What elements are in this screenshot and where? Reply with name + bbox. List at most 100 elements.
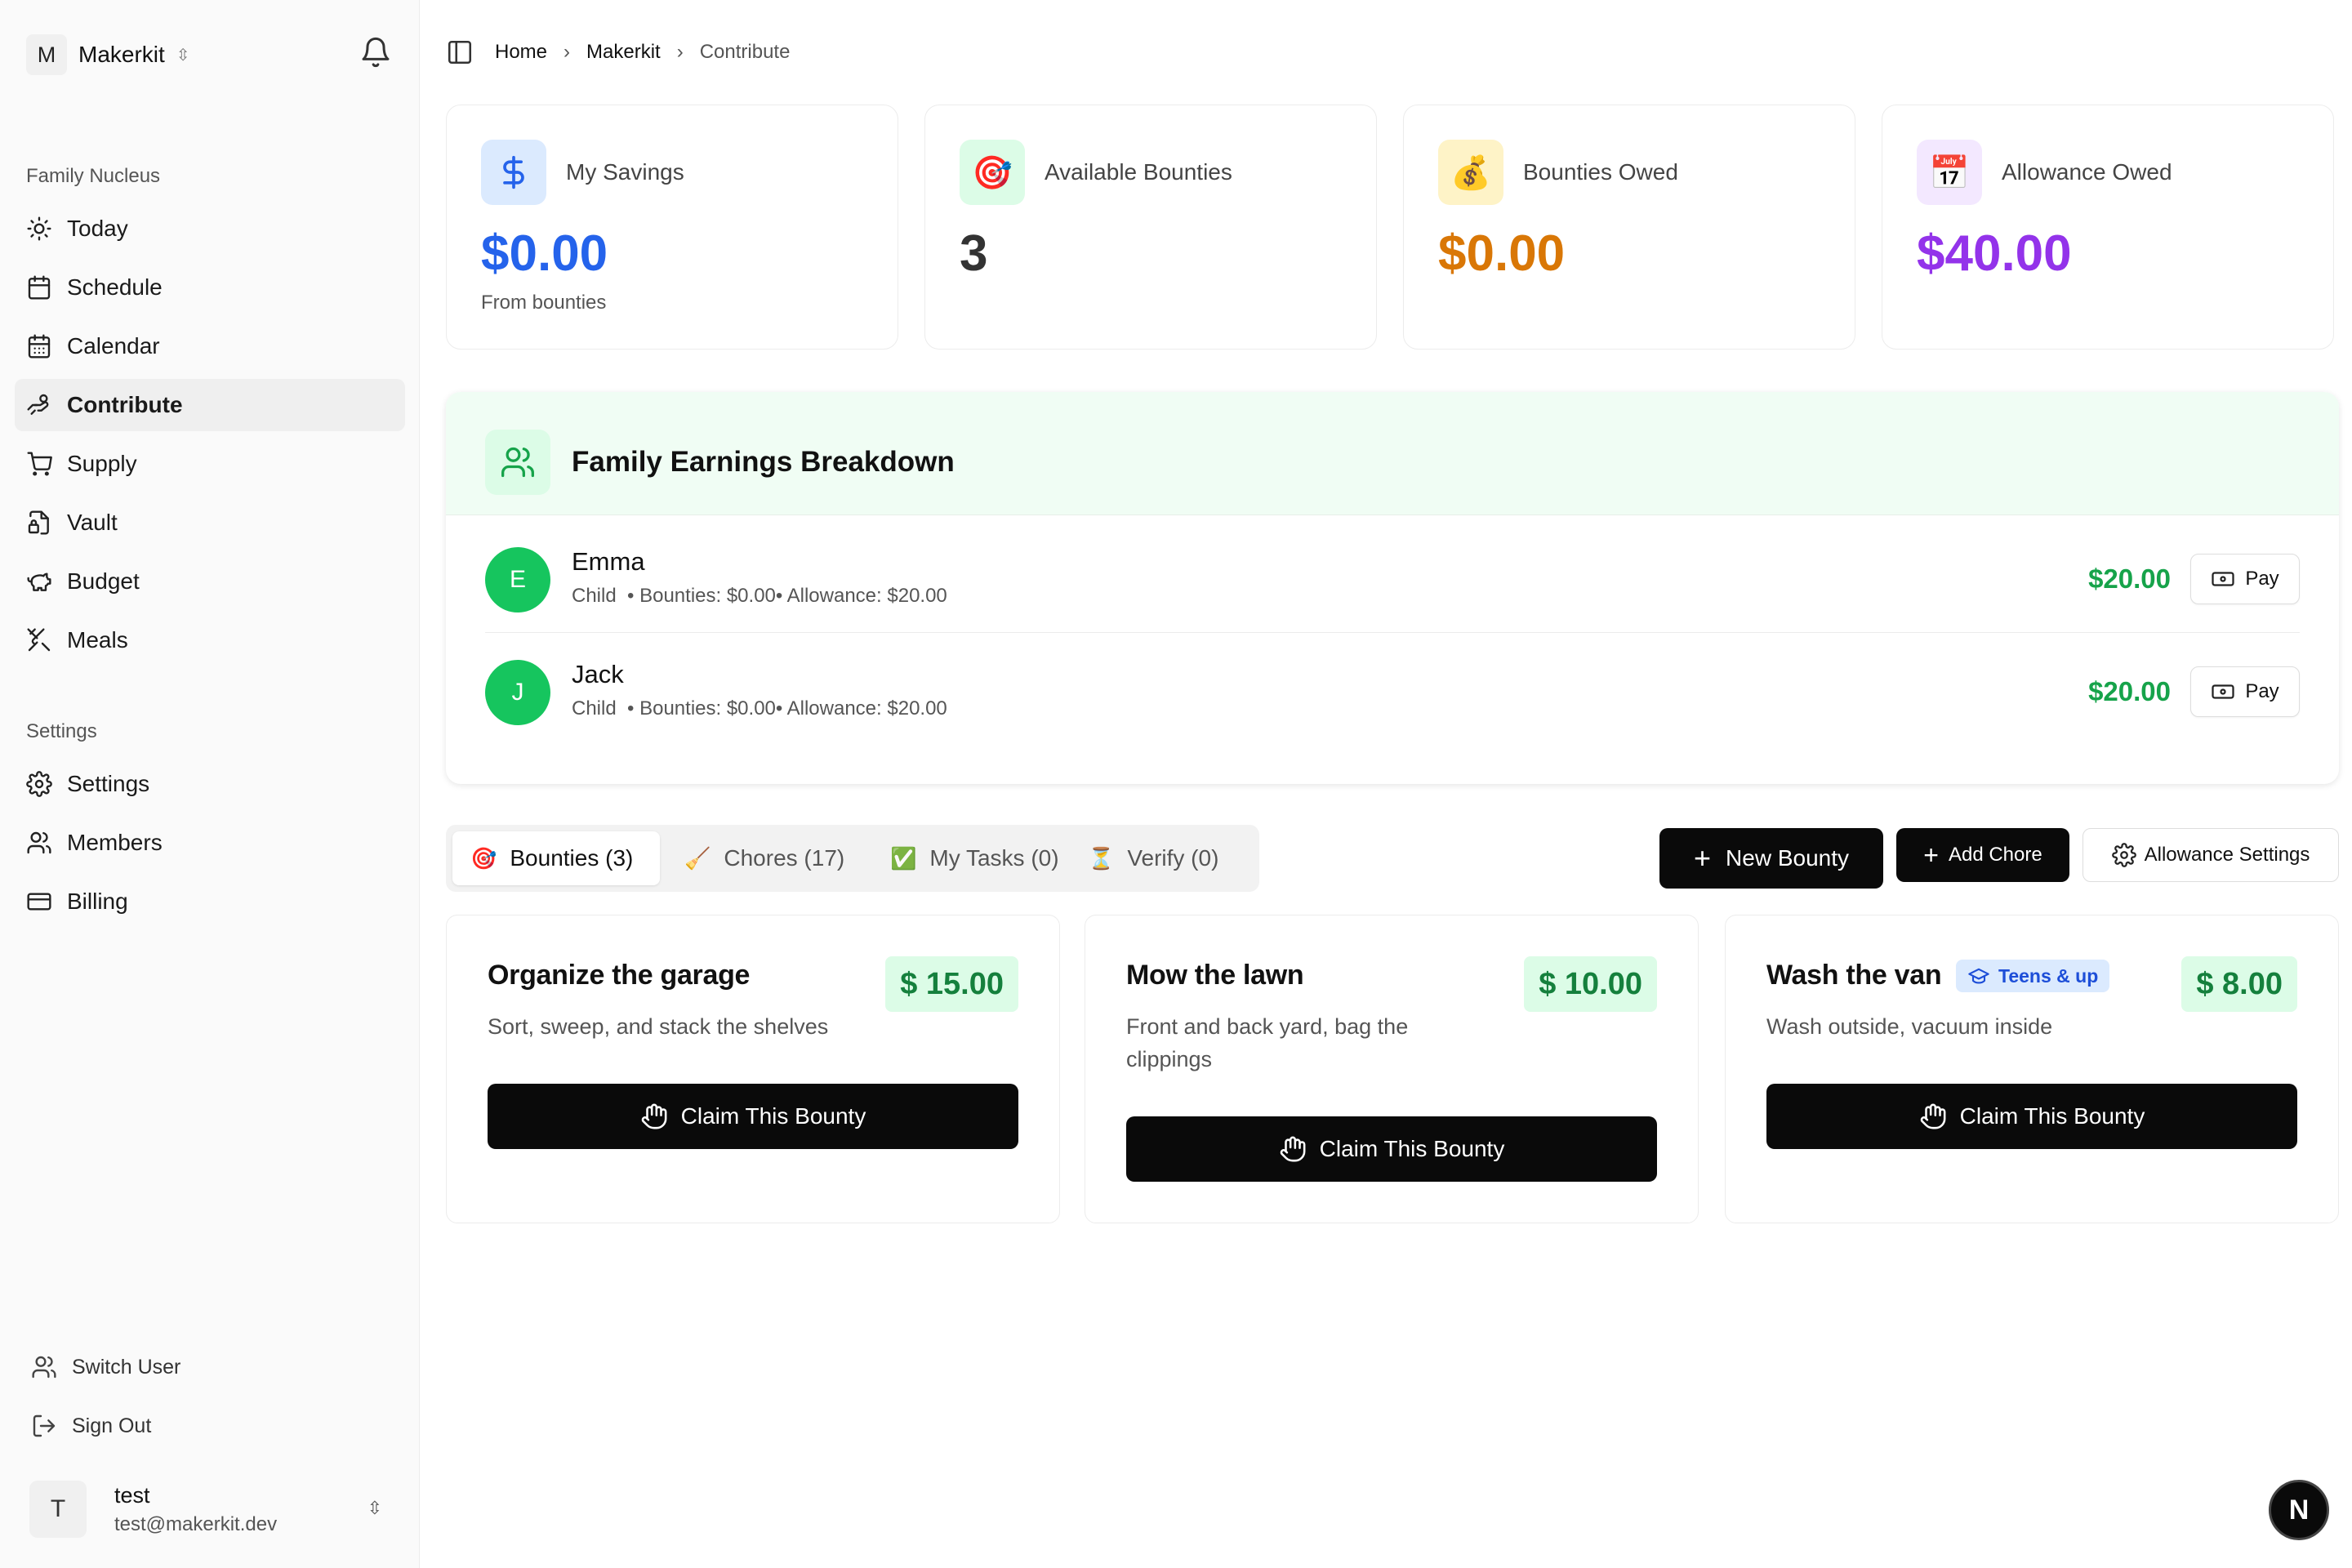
tab-label: My Tasks (0) [929, 845, 1059, 871]
sidebar-item-label: Vault [67, 510, 118, 535]
status-badge: Teens & up [1956, 960, 2110, 992]
utensils-icon [27, 628, 51, 652]
team-avatar: M [26, 34, 67, 75]
claim-bounty-button[interactable]: Claim This Bounty [1766, 1084, 2297, 1149]
dollar-icon [481, 140, 546, 205]
sidebar-item-supply[interactable]: Supply [15, 438, 405, 490]
tab-chores[interactable]: 🧹 Chores (17) [666, 831, 862, 885]
claim-bounty-button[interactable]: Claim This Bounty [1126, 1116, 1657, 1182]
member-amount: $20.00 [2088, 676, 2171, 706]
sidebar-item-label: Budget [67, 568, 140, 594]
add-chore-label: Add Chore [1948, 844, 2042, 866]
sidebar-item-calendar[interactable]: Calendar [15, 320, 405, 372]
target-icon: 🎯 [960, 140, 1025, 205]
target-icon: 🎯 [470, 845, 497, 871]
tab-list: 🎯 Bounties (3) 🧹 Chores (17) ✅ My Tasks … [446, 825, 1259, 892]
sun-icon [27, 216, 51, 241]
sidebar-toggle-icon[interactable] [446, 38, 474, 66]
sidebar-item-label: Calendar [67, 333, 160, 359]
bounty-description: Front and back yard, bag the clippings [1126, 1014, 1409, 1071]
breadcrumb-home[interactable]: Home [495, 41, 547, 64]
users-icon [27, 831, 51, 854]
pay-button[interactable]: Pay [2190, 554, 2300, 604]
check-box-icon: ✅ [890, 845, 917, 871]
user-name: test [114, 1482, 150, 1508]
sidebar-item-label: Meals [67, 627, 128, 653]
money-bag-icon: 💰 [1438, 140, 1503, 205]
bounty-title: Wash the van [1766, 960, 1942, 991]
tab-verify[interactable]: ⏳ Verify (0) [1070, 831, 1236, 885]
new-bounty-label: New Bounty [1726, 845, 1849, 871]
pay-button[interactable]: Pay [2190, 666, 2300, 717]
stat-sub: From bounties [481, 292, 607, 314]
sidebar-item-settings[interactable]: Settings [15, 758, 405, 810]
earnings-header: Family Earnings Breakdown [446, 392, 2339, 515]
bounty-description: Sort, sweep, and stack the shelves [488, 1014, 829, 1039]
tab-bounties[interactable]: 🎯 Bounties (3) [452, 831, 660, 885]
badge-label: Teens & up [1998, 964, 2099, 987]
next-dev-indicator-button[interactable]: N [2269, 1480, 2329, 1540]
claim-label: Claim This Bounty [680, 1103, 866, 1129]
stat-card-my-savings: My Savings $0.00 From bounties [446, 105, 898, 350]
plus-icon: + [1694, 841, 1712, 875]
sidebar-item-meals[interactable]: Meals [15, 614, 405, 666]
tab-my-tasks[interactable]: ✅ My Tasks (0) [872, 831, 1077, 885]
new-bounty-button[interactable]: + New Bounty [1659, 828, 1883, 889]
list-item: J Jack Child • Bounties: $0.00• Allowanc… [485, 644, 2300, 733]
sidebar-item-contribute[interactable]: Contribute [15, 379, 405, 431]
chevron-right-icon: › [564, 41, 571, 63]
calendar-grid-icon [28, 334, 51, 359]
bounty-amount: $ 10.00 [1524, 956, 1657, 1012]
gear-icon [26, 771, 52, 797]
chevrons-up-down-icon: ⇳ [176, 46, 190, 65]
piggy-bank-icon [27, 572, 51, 591]
family-earnings-card: Family Earnings Breakdown E Emma Child •… [446, 392, 2339, 784]
group-label-settings: Settings [26, 720, 97, 742]
stat-value: $0.00 [481, 225, 608, 282]
member-meta: Child • Bounties: $0.00• Allowance: $20.… [572, 697, 947, 719]
member-name: Jack [572, 660, 624, 688]
switch-user-button[interactable]: Switch User [31, 1354, 180, 1380]
sidebar-item-label: Today [67, 216, 128, 241]
breadcrumb-team[interactable]: Makerkit [586, 41, 661, 64]
graduation-cap-icon [1968, 968, 1989, 984]
sidebar-item-today[interactable]: Today [15, 203, 405, 255]
claim-bounty-button[interactable]: Claim This Bounty [488, 1084, 1018, 1149]
sidebar-item-billing[interactable]: Billing [15, 875, 405, 928]
stat-label: Allowance Owed [2002, 159, 2172, 185]
credit-card-icon [27, 893, 51, 911]
broom-icon: 🧹 [684, 845, 711, 871]
sidebar-item-label: Members [67, 830, 163, 855]
hand-icon [1280, 1136, 1306, 1162]
sidebar-item-budget[interactable]: Budget [15, 555, 405, 608]
log-out-icon [33, 1414, 56, 1437]
sidebar-item-schedule[interactable]: Schedule [15, 261, 405, 314]
breadcrumb-current: Contribute [699, 41, 791, 63]
team-switcher[interactable]: M Makerkit ⇳ [26, 34, 190, 75]
group-label-family-nucleus: Family Nucleus [26, 165, 161, 187]
user-menu[interactable]: T test test@makerkit.dev ⇳ [13, 1468, 407, 1550]
hourglass-icon: ⏳ [1088, 845, 1115, 871]
sidebar-item-vault[interactable]: Vault [15, 497, 405, 549]
bell-icon[interactable] [359, 36, 392, 69]
hand-icon [1920, 1103, 1946, 1129]
sidebar-item-members[interactable]: Members [15, 817, 405, 869]
pay-label: Pay [2245, 680, 2279, 702]
list-item: E Emma Child • Bounties: $0.00• Allowanc… [485, 531, 2300, 621]
sidebar-item-label: Contribute [67, 392, 183, 417]
allowance-settings-label: Allowance Settings [2144, 844, 2310, 866]
user-email: test@makerkit.dev [114, 1512, 278, 1535]
sidebar: M Makerkit ⇳ Family Nucleus Today Schedu… [0, 0, 420, 1568]
sidebar-item-label: Supply [67, 451, 137, 476]
bounty-amount: $ 8.00 [2181, 956, 2297, 1012]
sign-out-button[interactable]: Sign Out [31, 1413, 151, 1439]
stat-value: $0.00 [1438, 225, 1566, 282]
claim-label: Claim This Bounty [1319, 1136, 1505, 1161]
avatar: E [485, 547, 550, 612]
bounty-title: Mow the lawn [1126, 960, 1304, 991]
pay-label: Pay [2245, 568, 2279, 590]
add-chore-button[interactable]: + Add Chore [1896, 828, 2069, 882]
tab-label: Verify (0) [1127, 845, 1219, 871]
hand-icon [641, 1103, 667, 1129]
allowance-settings-button[interactable]: Allowance Settings [2082, 828, 2339, 882]
